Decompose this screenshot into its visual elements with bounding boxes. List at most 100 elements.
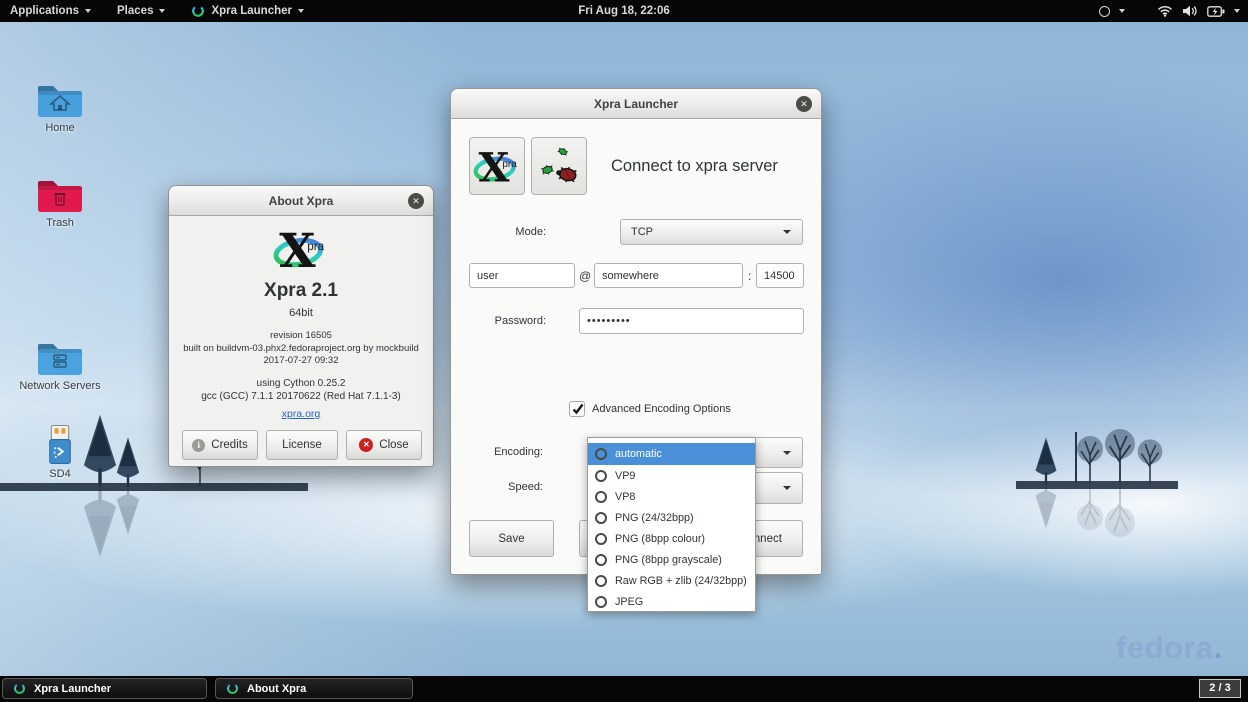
menu-label: Places <box>117 5 153 17</box>
about-xpra-window: About Xpra ✕ Xpra 2.1 64bit revision 165… <box>168 185 434 467</box>
encoding-option-label: PNG (8bpp colour) <box>615 533 705 545</box>
port-input[interactable] <box>756 263 804 288</box>
fedora-logo-dot: . <box>1214 630 1223 665</box>
encoding-option-label: Raw RGB + zlib (24/32bpp) <box>615 575 747 587</box>
window-title: About Xpra <box>269 194 334 208</box>
encoding-option[interactable]: VP9 <box>588 465 755 486</box>
menu-applications[interactable]: Applications <box>10 0 91 22</box>
menu-label: Xpra Launcher <box>211 5 292 17</box>
status-circle-icon[interactable] <box>1099 6 1110 17</box>
encoding-dropdown-popup: automatic VP9 VP8 PNG (24/32bpp) PNG (8b… <box>587 437 756 612</box>
workspace-indicator[interactable]: 2 / 3 <box>1199 679 1241 698</box>
taskbar-window-label: Xpra Launcher <box>34 683 111 695</box>
info-icon: i <box>192 439 205 452</box>
radio-icon <box>595 533 607 545</box>
menu-label: Applications <box>10 5 79 17</box>
chevron-down-icon <box>298 9 304 13</box>
encoding-option-label: PNG (8bpp grayscale) <box>615 554 722 566</box>
speed-label: Speed: <box>451 481 543 493</box>
mode-select[interactable]: TCP <box>620 219 803 245</box>
close-button[interactable]: ✕ Close <box>346 430 422 460</box>
desktop-icon-network-servers[interactable]: Network Servers <box>18 338 102 392</box>
license-button[interactable]: License <box>266 430 338 460</box>
menu-places[interactable]: Places <box>117 0 165 22</box>
home-icon <box>48 93 72 113</box>
mode-value: TCP <box>621 226 783 238</box>
desktop-icon-sd4[interactable]: SD4 <box>28 424 92 480</box>
desktop-icon-label: Home <box>26 122 94 134</box>
encoding-option-label: VP8 <box>615 491 635 503</box>
radio-icon <box>595 448 607 460</box>
clock[interactable]: Fri Aug 18, 22:06 <box>578 0 670 22</box>
close-window-icon[interactable]: ✕ <box>796 96 812 112</box>
radio-icon <box>595 596 607 608</box>
debug-bugs-button[interactable] <box>531 137 587 195</box>
desktop-icon-label: SD4 <box>28 468 92 480</box>
close-window-icon[interactable]: ✕ <box>408 193 424 209</box>
password-label: Password: <box>451 315 546 327</box>
about-titlebar[interactable]: About Xpra ✕ <box>169 186 433 216</box>
window-title: Xpra Launcher <box>594 97 678 111</box>
xpra-logo <box>270 222 332 276</box>
xpra-logo <box>472 143 522 189</box>
battery-icon[interactable] <box>1207 6 1225 17</box>
host-input[interactable] <box>594 263 743 288</box>
taskbar-window-about-xpra[interactable]: About Xpra <box>215 678 413 699</box>
menu-xpra-launcher[interactable]: Xpra Launcher <box>191 0 304 22</box>
wifi-icon[interactable] <box>1157 5 1173 17</box>
checkmark-icon <box>571 402 585 416</box>
website-link-row: xpra.org <box>169 408 433 420</box>
radio-icon <box>595 575 607 587</box>
desktop-icon-trash[interactable]: Trash <box>26 175 94 229</box>
xpra-spinner-icon <box>226 682 239 695</box>
trash-icon <box>48 188 72 208</box>
mode-label: Mode: <box>451 226 546 238</box>
top-panel: Applications Places Xpra Launcher Fri Au… <box>0 0 1248 22</box>
chevron-down-icon[interactable] <box>1119 9 1125 13</box>
encoding-option[interactable]: automatic <box>588 443 755 465</box>
build-info: revision 16505 built on buildvm-03.phx2.… <box>169 330 433 368</box>
xpra-logo-button[interactable] <box>469 137 525 195</box>
credits-button[interactable]: i Credits <box>182 430 258 460</box>
encoding-option[interactable]: PNG (8bpp grayscale) <box>588 549 755 570</box>
close-button-label: Close <box>379 439 408 451</box>
chevron-down-icon <box>783 451 791 455</box>
compiler-info: using Cython 0.25.2 gcc (GCC) 7.1.1 2017… <box>169 377 433 403</box>
xpra-spinner-icon <box>191 4 205 18</box>
fedora-logo: fedora. <box>1116 630 1223 666</box>
at-symbol: @ <box>579 269 591 283</box>
desktop-icon-label: Trash <box>26 217 94 229</box>
encoding-option[interactable]: Raw RGB + zlib (24/32bpp) <box>588 570 755 591</box>
build-revision: revision 16505 <box>169 330 433 343</box>
launcher-titlebar[interactable]: Xpra Launcher ✕ <box>451 89 821 119</box>
server-icon <box>48 351 72 371</box>
app-arch: 64bit <box>169 307 433 319</box>
desktop-icon-home[interactable]: Home <box>26 80 94 134</box>
username-input[interactable] <box>469 263 575 288</box>
save-button-label: Save <box>498 533 524 545</box>
website-link[interactable]: xpra.org <box>282 408 321 420</box>
usb-drive-icon <box>47 424 73 466</box>
volume-icon[interactable] <box>1182 5 1198 17</box>
chevron-down-icon <box>783 230 791 234</box>
save-button[interactable]: Save <box>469 520 554 557</box>
encoding-option-label: VP9 <box>615 470 635 482</box>
taskbar-window-xpra-launcher[interactable]: Xpra Launcher <box>2 678 207 699</box>
chevron-down-icon <box>85 9 91 13</box>
password-input[interactable] <box>579 308 804 334</box>
chevron-down-icon[interactable] <box>1234 9 1240 13</box>
advanced-options-checkbox[interactable] <box>569 401 585 417</box>
encoding-option-label: PNG (24/32bpp) <box>615 512 694 524</box>
radio-icon <box>595 491 607 503</box>
encoding-option[interactable]: PNG (24/32bpp) <box>588 507 755 528</box>
encoding-option[interactable]: VP8 <box>588 486 755 507</box>
radio-icon <box>595 470 607 482</box>
radio-icon <box>595 554 607 566</box>
taskbar-window-label: About Xpra <box>247 683 306 695</box>
bottom-taskbar: Xpra Launcher About Xpra 2 / 3 <box>0 676 1248 702</box>
encoding-option[interactable]: JPEG <box>588 591 755 612</box>
desktop-icon-label: Network Servers <box>18 380 102 392</box>
radio-icon <box>595 512 607 524</box>
encoding-option[interactable]: PNG (8bpp colour) <box>588 528 755 549</box>
credits-button-label: Credits <box>211 439 247 451</box>
